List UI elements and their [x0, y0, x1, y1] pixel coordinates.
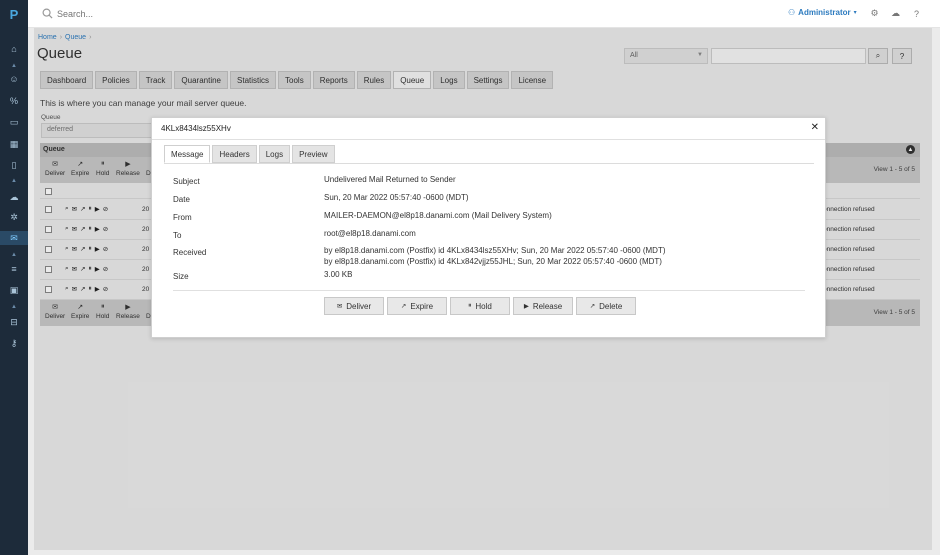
home-icon[interactable]: ⌂	[0, 42, 28, 56]
user-icon[interactable]: ☺	[0, 72, 28, 86]
modal-hold-button[interactable]: ⏸ Hold	[450, 297, 510, 315]
collapse-icon[interactable]: ▲	[0, 303, 28, 311]
sidebar: P ⌂ ▲ ☺ % ▭ ▦ ▯ ▲ ☁ ✲ ✉ ▲ ≡ ▣ ▲ ⊟ ⚷	[0, 0, 28, 555]
modal-tabs: Message Headers Logs Preview	[164, 145, 335, 163]
from-value: MAILER-DAEMON@el8p18.danami.com (Mail De…	[324, 211, 552, 220]
play-icon: ▶	[523, 303, 529, 310]
pause-icon: ⏸	[468, 302, 472, 309]
modal-tab-divider	[164, 163, 814, 164]
user-menu[interactable]: ⚇ Administrator ▾	[788, 8, 857, 17]
date-label: Date	[173, 195, 190, 204]
user-name: Administrator	[798, 8, 851, 17]
tab-logs[interactable]: Logs	[258, 145, 291, 163]
external-icon: ↗	[400, 303, 407, 310]
collapse-icon[interactable]: ▲	[0, 177, 28, 185]
tab-message[interactable]: Message	[164, 145, 211, 163]
user-icon: ⚇	[788, 8, 796, 17]
size-label: Size	[173, 272, 189, 281]
search-icon	[42, 8, 53, 19]
external-icon: ↗	[589, 303, 596, 310]
collapse-icon[interactable]: ▲	[0, 251, 28, 259]
to-value: root@el8p18.danami.com	[324, 229, 416, 238]
modal-divider	[152, 139, 825, 140]
modal-expire-button[interactable]: ↗ Expire	[387, 297, 447, 315]
cloud-icon[interactable]: ☁	[0, 190, 28, 204]
envelope-icon: ✉	[336, 303, 343, 310]
to-label: To	[173, 231, 182, 240]
from-label: From	[173, 213, 192, 222]
tab-preview[interactable]: Preview	[292, 145, 335, 163]
apps-icon[interactable]: ▣	[0, 283, 28, 297]
modal-delete-button[interactable]: ↗ Delete	[576, 297, 636, 315]
topbar: ⚇ Administrator ▾ ⚙ ☁ ?	[28, 0, 940, 28]
percent-icon[interactable]: %	[0, 94, 28, 108]
mail-queue-icon[interactable]: ✉	[0, 231, 28, 245]
inbox-icon[interactable]: ⊟	[0, 315, 28, 329]
received-label: Received	[173, 248, 207, 257]
modal-separator	[173, 290, 805, 291]
gear-icon[interactable]: ✲	[0, 210, 28, 224]
tab-headers[interactable]: Headers	[212, 145, 257, 163]
modal-actions: ✉ Deliver ↗ Expire ⏸ Hold ▶ Release ↗ Delete	[324, 297, 636, 315]
received-value-1: by el8p18.danami.com (Postfix) id 4KLx84…	[324, 246, 666, 255]
close-icon[interactable]: ✕	[811, 122, 819, 133]
grid-icon[interactable]: ▦	[0, 137, 28, 151]
subject-label: Subject	[173, 177, 200, 186]
modal-deliver-button[interactable]: ✉ Deliver	[324, 297, 384, 315]
collapse-icon[interactable]: ▲	[0, 62, 28, 70]
sliders-icon[interactable]: ≡	[0, 262, 28, 276]
plugin-icon[interactable]: ⚙	[868, 7, 881, 20]
monitor-icon[interactable]: ▭	[0, 115, 28, 129]
cloud-icon[interactable]: ☁	[889, 7, 902, 20]
search-input[interactable]	[57, 7, 257, 21]
date-value: Sun, 20 Mar 2022 05:57:40 -0600 (MDT)	[324, 193, 469, 202]
subject-value: Undelivered Mail Returned to Sender	[324, 175, 456, 184]
message-modal: 4KLx8434lsz55XHv ✕ Message Headers Logs …	[151, 117, 826, 338]
modal-title: 4KLx8434lsz55XHv	[161, 124, 231, 133]
app-logo[interactable]: P	[0, 0, 28, 28]
modal-release-button[interactable]: ▶ Release	[513, 297, 573, 315]
received-value-2: by el8p18.danami.com (Postfix) id 4KLx84…	[324, 257, 662, 266]
size-value: 3.00 KB	[324, 270, 353, 279]
book-icon[interactable]: ▯	[0, 158, 28, 172]
key-icon[interactable]: ⚷	[0, 336, 28, 350]
help-icon[interactable]: ?	[910, 7, 923, 20]
chevron-down-icon: ▾	[853, 10, 857, 16]
